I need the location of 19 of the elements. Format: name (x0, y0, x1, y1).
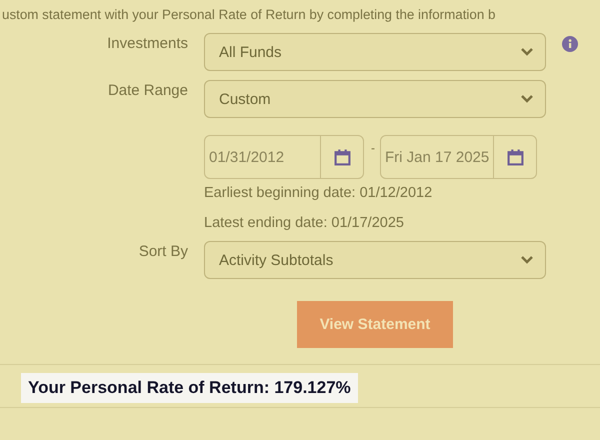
intro-text: ustom statement with your Personal Rate of Return by completing the information b (1, 6, 496, 24)
rate-of-return-text: Your Personal Rate of Return: 179.127% (21, 373, 358, 403)
chevron-down-icon (521, 48, 533, 56)
calendar-icon (334, 148, 350, 166)
chevron-down-icon (521, 256, 533, 264)
date-hint: Earliest beginning date: 01/12/2012 (204, 185, 434, 201)
date-range-dropdown[interactable]: Custom (204, 80, 546, 118)
chevron-down-icon (521, 95, 533, 103)
field-label: Sort By (138, 242, 188, 260)
start-date-field[interactable]: 01/31/2012 (204, 135, 364, 179)
calendar-icon (506, 148, 524, 166)
field-label: Investments (106, 34, 188, 52)
field-label: Date Range (106, 81, 188, 99)
info-icon[interactable] (562, 36, 578, 52)
date-separator: - (371, 141, 375, 155)
investments-dropdown[interactable]: All Funds (204, 33, 546, 71)
sort-by-dropdown[interactable]: Activity Subtotals (204, 241, 546, 279)
end-date-field[interactable]: Fri Jan 17 2025 (380, 135, 538, 179)
date-hint: Latest ending date: 01/17/2025 (204, 215, 405, 231)
